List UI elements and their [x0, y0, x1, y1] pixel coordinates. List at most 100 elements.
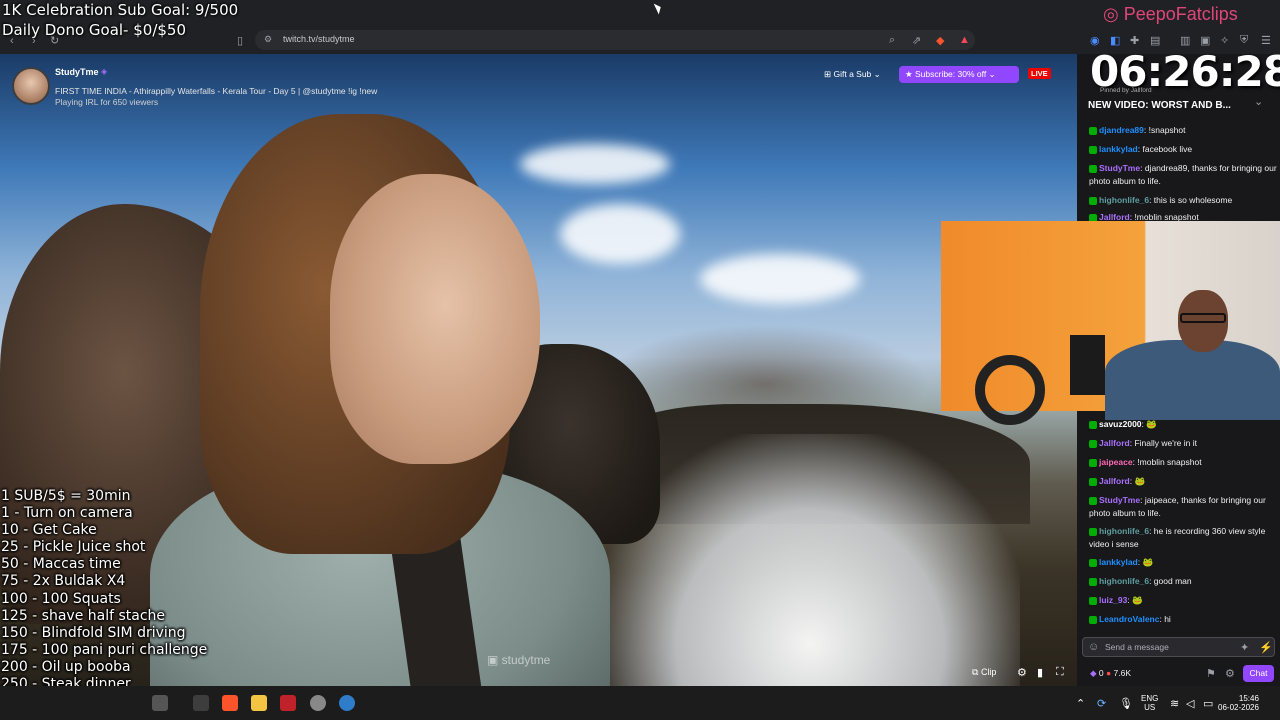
microphone-icon[interactable]: 🎙: [1119, 697, 1133, 710]
battery-icon[interactable]: ▭: [1203, 697, 1213, 710]
theatre-mode-icon[interactable]: ▮: [1037, 666, 1043, 679]
verified-icon: ◈: [101, 67, 108, 76]
chat-message[interactable]: highonlife_6: this is so wholesome: [1089, 194, 1277, 207]
tab-icon[interactable]: ▤: [1150, 34, 1160, 47]
extension-icon[interactable]: ◧: [1110, 34, 1120, 47]
hype-icon[interactable]: ⚑: [1206, 667, 1216, 680]
chevron-down-icon: ⌄: [871, 69, 881, 79]
file-explorer-icon[interactable]: [251, 695, 267, 711]
chat-text: !moblin snapshot: [1137, 457, 1202, 467]
chat-username[interactable]: jaipeace: [1099, 457, 1133, 467]
chat-message[interactable]: lankkylad: facebook live: [1089, 143, 1277, 156]
chat-message[interactable]: highonlife_6: good man: [1089, 575, 1277, 588]
url-text[interactable]: twitch.tv/studytme: [283, 34, 355, 44]
twitter-icon: ▣: [487, 653, 502, 667]
goal-item: 50 - Maccas time: [1, 556, 121, 573]
chat-send-button[interactable]: Chat: [1243, 665, 1274, 682]
site-settings-icon[interactable]: ⚙: [264, 34, 272, 45]
chat-message[interactable]: Jallford: 🐸: [1089, 475, 1277, 488]
clip-label: Clip: [980, 667, 997, 677]
emote-icon[interactable]: ✦: [1240, 641, 1249, 654]
language-indicator[interactable]: ENG US: [1141, 694, 1158, 712]
fullscreen-icon[interactable]: ⛶: [1056, 666, 1064, 679]
chat-username[interactable]: Jallford: [1099, 438, 1130, 448]
task-view-icon[interactable]: [152, 695, 168, 711]
extension-icon[interactable]: ◉: [1090, 34, 1100, 47]
ai-icon[interactable]: ✧: [1220, 34, 1229, 47]
subscribe-button[interactable]: ★ Subscribe: 30% off ⌄: [899, 66, 1019, 83]
chat-username[interactable]: highonlife_6: [1099, 195, 1149, 205]
chat-username[interactable]: Jallford: [1099, 476, 1130, 486]
bookmark-icon[interactable]: ▯: [237, 34, 243, 47]
steering-wheel: [975, 355, 1045, 425]
share-icon[interactable]: ⇗: [912, 34, 921, 47]
points-count: 7.6K: [1113, 668, 1132, 678]
badge-icon: [1089, 420, 1097, 429]
gift-sub-label: Gift a Sub: [833, 69, 872, 79]
app-icon[interactable]: [280, 695, 296, 711]
wifi-icon[interactable]: ≋: [1170, 697, 1179, 710]
clip-button[interactable]: ⧉ Clip: [972, 667, 996, 678]
brave-shields-icon[interactable]: ◆: [936, 34, 944, 47]
chat-username[interactable]: LeandroValenc: [1099, 614, 1159, 624]
chat-message[interactable]: jaipeace: !moblin snapshot: [1089, 456, 1277, 469]
chat-message[interactable]: djandrea89: !snapshot: [1089, 124, 1277, 137]
chat-message[interactable]: highonlife_6: he is recording 360 view s…: [1089, 525, 1277, 550]
settings-icon[interactable]: ⚙: [1017, 666, 1027, 679]
emote-icon: 🐸: [1134, 476, 1146, 486]
chat-username[interactable]: StudyTme: [1099, 495, 1140, 505]
chat-username[interactable]: lankkylad: [1099, 144, 1138, 154]
chat-settings-icon[interactable]: ⚙: [1225, 667, 1235, 680]
wand-icon[interactable]: ⚡: [1259, 641, 1273, 654]
vpn-icon[interactable]: ⛨: [1240, 34, 1248, 47]
zoom-icon[interactable]: ⌕: [889, 34, 895, 47]
bits-balance[interactable]: ◆ 0 ● 7.6K: [1090, 668, 1131, 679]
obs-icon[interactable]: [310, 695, 326, 711]
app-icon[interactable]: [193, 695, 209, 711]
wallet-icon[interactable]: ▣: [1200, 34, 1210, 47]
badge-icon: [1089, 196, 1097, 205]
chat-username[interactable]: luiz_93: [1099, 595, 1127, 605]
chat-message[interactable]: LeandroValenc: hi: [1089, 613, 1277, 626]
chat-username[interactable]: highonlife_6: [1099, 526, 1149, 536]
clock[interactable]: 15:46 06-02-2026: [1218, 694, 1259, 712]
pinned-message[interactable]: NEW VIDEO: WORST AND B...: [1088, 100, 1231, 111]
time: 15:46: [1238, 694, 1259, 703]
volume-icon[interactable]: ◁: [1186, 697, 1194, 710]
chat-username[interactable]: StudyTme: [1099, 163, 1140, 173]
bits-icon: ◆: [1090, 668, 1099, 678]
webcam-person-body: [1105, 340, 1280, 420]
chevron-up-icon[interactable]: ⌃: [1076, 697, 1085, 710]
chat-message[interactable]: lankkylad: 🐸: [1089, 556, 1277, 569]
sync-icon[interactable]: ⟳: [1097, 697, 1106, 710]
address-bar[interactable]: [255, 30, 975, 50]
badge-icon: [1089, 439, 1097, 448]
gift-sub-button[interactable]: ⊞ Gift a Sub ⌄: [818, 67, 887, 83]
sidebar-icon[interactable]: ▥: [1180, 34, 1190, 47]
streamer-name[interactable]: StudyTme: [55, 67, 99, 77]
brave-icon[interactable]: [222, 695, 238, 711]
cloud: [700, 254, 860, 304]
chat-message[interactable]: luiz_93: 🐸: [1089, 594, 1277, 607]
live-badge: LIVE: [1028, 68, 1051, 79]
puzzle-icon[interactable]: ✚: [1130, 34, 1139, 47]
chat-message[interactable]: Jallford: Finally we're in it: [1089, 437, 1277, 450]
app-icon[interactable]: [339, 695, 355, 711]
chat-input-placeholder[interactable]: Send a message: [1105, 642, 1169, 652]
chat-username[interactable]: lankkylad: [1099, 557, 1138, 567]
chevron-down-icon[interactable]: ⌄: [1254, 95, 1263, 108]
chat-text: hi: [1164, 614, 1171, 624]
emote-icon: 🐸: [1146, 419, 1157, 429]
brave-rewards-icon[interactable]: ▲: [959, 34, 970, 46]
streamer-avatar[interactable]: [12, 67, 50, 105]
chat-message[interactable]: StudyTme: jaipeace, thanks for bringing …: [1089, 494, 1277, 519]
goal-list: 1 SUB/5$ = 30min 1 - Turn on camera 10 - G…: [1, 488, 207, 710]
chat-username[interactable]: savuz2000: [1099, 419, 1142, 429]
star-icon: ★: [905, 69, 915, 79]
menu-icon[interactable]: ☰: [1261, 34, 1271, 47]
chat-username[interactable]: highonlife_6: [1099, 576, 1149, 586]
bits-icon[interactable]: ☺: [1088, 641, 1099, 653]
chat-username[interactable]: djandrea89: [1099, 125, 1144, 135]
cloud: [520, 144, 670, 184]
chat-message[interactable]: StudyTme: djandrea89, thanks for bringin…: [1089, 162, 1277, 187]
